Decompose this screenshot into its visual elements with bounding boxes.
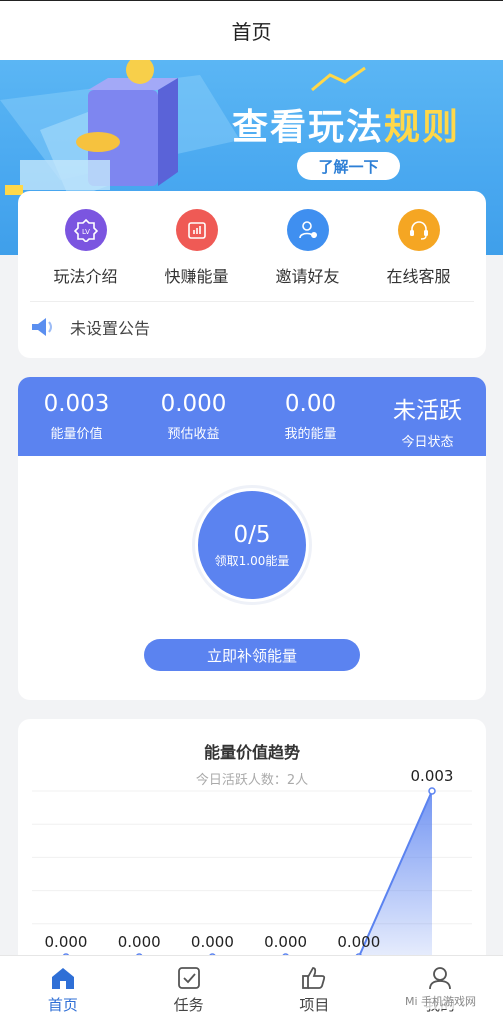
speaker-icon [32,318,52,336]
stat-label: 我的能量 [284,427,337,442]
stat-label: 今日状态 [401,435,454,450]
tab-projects[interactable]: 项目 [252,956,378,1024]
top-bar: 首页 [0,0,503,60]
stat-label: 能量价值 [50,427,103,442]
data-label: 0.000 [118,933,161,951]
tab-label: 项目 [299,996,330,1014]
user-icon [429,967,452,990]
task-check-icon [177,967,200,989]
quick-item-label: 在线客服 [386,267,451,286]
thumbs-up-icon [302,967,326,989]
quick-item-rules[interactable]: LV 玩法介绍 [30,209,141,287]
claim-count: 0/5 [233,521,271,548]
claim-progress-circle: 0/5 领取1.00能量 [198,491,306,599]
stat-value: 0.00 [284,391,337,417]
headset-icon [397,209,440,251]
user-heart-icon [286,209,329,251]
claim-progress-ring: 0/5 领取1.00能量 [192,485,312,605]
quick-item-invite[interactable]: 邀请好友 [252,209,363,287]
home-icon [51,968,74,989]
stat-today-status: 未活跃 今日状态 [369,377,486,456]
divider [30,301,474,302]
learn-more-button[interactable]: 了解一下 [297,152,400,180]
trend-title: 能量价值趋势 [203,743,300,762]
bottom-tab-bar: 首页 任务 项目 我的 [0,955,503,1024]
svg-text:LV: LV [82,228,90,236]
quick-item-support[interactable]: 在线客服 [363,209,474,287]
stat-label: 预估收益 [167,427,220,442]
quick-item-earn[interactable]: 快赚能量 [141,209,252,287]
announcement-bar[interactable]: 未设置公告 [30,315,150,339]
banner-title: 查看玩法规则 [232,107,461,148]
data-label: 0.000 [337,933,380,951]
tab-home[interactable]: 首页 [0,956,126,1024]
stats-bar: 0.003 能量价值 0.000 预估收益 0.00 我的能量 未活跃 今日状态 [18,377,486,456]
chart-box-icon [175,209,218,251]
quick-item-label: 快赚能量 [164,267,229,286]
stat-energy-value: 0.003 能量价值 [18,377,135,456]
trend-subtitle: 今日活跃人数：2人 [195,773,309,788]
level-badge-icon: LV [64,209,107,251]
page-title: 首页 [231,20,272,44]
data-label: 0.000 [45,933,88,951]
stat-estimated-income: 0.000 预估收益 [135,377,252,456]
announcement-text: 未设置公告 [70,319,151,338]
stat-value: 0.000 [160,391,227,417]
tab-label: 首页 [47,996,78,1014]
data-label: 0.000 [191,933,234,951]
quick-item-label: 邀请好友 [275,267,340,286]
energy-card: 0.003 能量价值 0.000 预估收益 0.00 我的能量 未活跃 今日状态… [18,377,486,700]
stat-my-energy: 0.00 我的能量 [252,377,369,456]
tab-tasks[interactable]: 任务 [126,956,252,1024]
claim-amount: 领取1.00能量 [214,553,290,568]
tab-label: 任务 [173,996,204,1014]
quick-actions-card: LV 玩法介绍 快赚能量 邀请好友 在线客服 未设置公告 [18,191,486,358]
trend-card: 0.000 0.000 0.000 0.000 0.000 0.003 能量价值趋势 今日… [18,719,486,979]
stat-value: 未活跃 [393,398,462,424]
data-label: 0.000 [264,933,307,951]
watermark: Mi 手机游戏网 [405,993,477,1009]
data-point [428,787,436,795]
stat-value: 0.003 [43,391,110,417]
claim-energy-button[interactable]: 立即补领能量 [144,639,360,671]
quick-item-label: 玩法介绍 [53,267,118,286]
tab-profile[interactable]: 我的 [377,956,503,1024]
